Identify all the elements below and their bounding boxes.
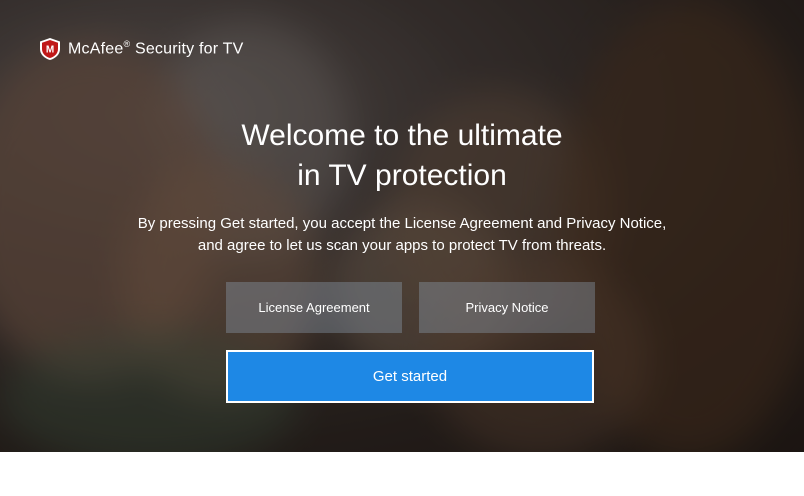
welcome-description: By pressing Get started, you accept the …	[137, 215, 667, 254]
mcafee-shield-icon: M	[40, 38, 60, 60]
privacy-notice-button[interactable]: Privacy Notice	[419, 282, 595, 333]
welcome-screen: M McAfee® Security for TV Welcome to the…	[0, 0, 804, 452]
svg-text:M: M	[46, 45, 54, 56]
app-title: McAfee® Security for TV	[68, 39, 244, 58]
welcome-title: Welcome to the ultimate in TV protection	[241, 119, 563, 192]
brand-header: M McAfee® Security for TV	[38, 37, 243, 61]
license-agreement-button[interactable]: License Agreement	[226, 282, 402, 333]
get-started-button[interactable]: Get started	[226, 350, 594, 403]
